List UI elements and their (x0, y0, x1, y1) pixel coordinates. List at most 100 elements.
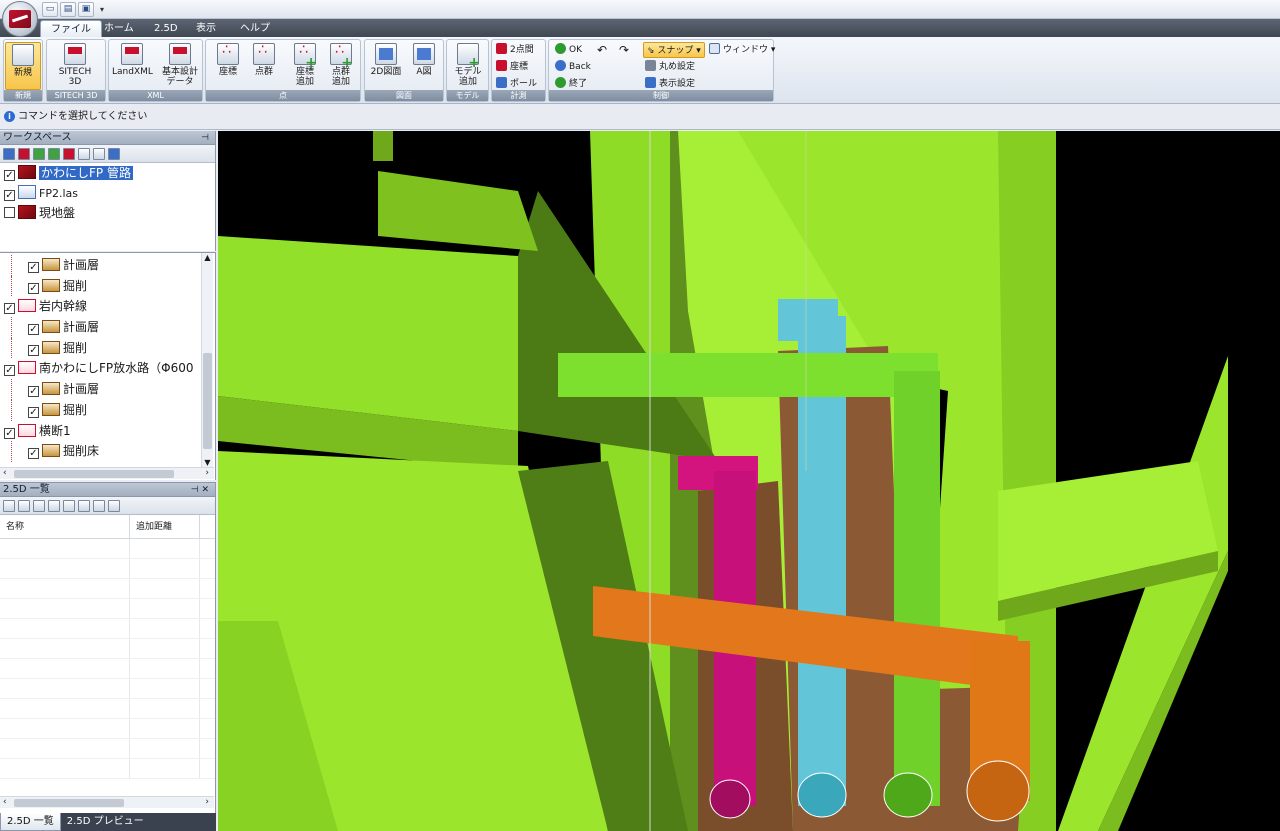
list-horizontal-scrollbar[interactable]: ‹ › (0, 796, 214, 808)
3d-viewport[interactable] (218, 131, 1280, 831)
delete-icon[interactable] (18, 148, 30, 160)
fit-icon[interactable] (63, 500, 75, 512)
two-point-button[interactable]: 2点間 (496, 42, 534, 58)
move-down-icon[interactable] (108, 500, 120, 512)
tree-item[interactable]: ✓ 横断1 (0, 421, 200, 442)
add-point-cloud-button[interactable]: 点群 追加 (321, 42, 361, 90)
add-model-button[interactable]: モデル 追加 (448, 42, 488, 90)
scroll-thumb[interactable] (203, 353, 212, 449)
visibility-checkbox[interactable]: ✓ (28, 406, 39, 418)
new-file-icon[interactable]: ▭ (42, 2, 58, 17)
list-row (0, 739, 215, 759)
save-icon[interactable]: ▣ (78, 2, 94, 17)
frame-icon[interactable] (48, 500, 60, 512)
tsx-icon (64, 43, 86, 65)
tree-item[interactable]: ✓ 計画層 (0, 255, 200, 276)
edit-icon[interactable] (63, 148, 75, 160)
visibility-checkbox[interactable]: ✓ (28, 262, 39, 273)
layers-icon[interactable] (93, 148, 105, 160)
drawing-2d-icon (375, 43, 397, 65)
redo-button[interactable]: ↷ (619, 42, 629, 58)
open-folder-icon[interactable]: ▤ (60, 2, 76, 17)
move-up-icon[interactable] (93, 500, 105, 512)
tab-home[interactable]: ホーム (94, 20, 144, 37)
group-icon[interactable] (33, 500, 45, 512)
visibility-checkbox[interactable]: ✓ (4, 303, 15, 315)
point-cloud-button[interactable]: 点群 (244, 42, 284, 90)
snap-dropdown[interactable]: ⇘ スナップ ▾ (643, 42, 705, 58)
tree-horizontal-scrollbar[interactable]: ‹ › (0, 467, 214, 479)
tree-item[interactable]: ✓ 掘削 (0, 399, 200, 421)
tree-item[interactable]: ✓ 掘削床 (0, 441, 200, 462)
tree-vertical-scrollbar[interactable]: ▲ ▼ (201, 253, 213, 467)
tree-item[interactable]: ✓ 計画層 (0, 379, 200, 400)
quick-access-dropdown[interactable]: ▾ (100, 5, 104, 14)
ok-button[interactable]: OK (555, 42, 582, 58)
tree-item[interactable]: ✓ 岩内幹線 (0, 296, 200, 317)
sitech3d-button[interactable]: SITECH 3D (55, 42, 95, 90)
wall-panel (373, 131, 393, 161)
scroll-thumb[interactable] (14, 799, 124, 807)
scroll-down-icon[interactable]: ▼ (202, 458, 213, 467)
move-down-icon[interactable] (48, 148, 60, 160)
round-setting-button[interactable]: 丸め設定 (645, 59, 695, 75)
move-up-icon[interactable] (33, 148, 45, 160)
tree-item[interactable]: ✓ 掘削 (0, 275, 200, 297)
tree-item[interactable]: ✓ 南かわにしFP放水路（Φ600 (0, 358, 200, 379)
properties-icon[interactable] (108, 148, 120, 160)
coordinate-button[interactable]: 座標 (208, 42, 248, 90)
tab-help[interactable]: ヘルプ (230, 20, 280, 37)
tab-file[interactable]: ファイル (40, 20, 102, 37)
add-coordinate-button[interactable]: 座標 追加 (285, 42, 325, 90)
workspace-item[interactable]: ✓ かわにしFP 管路 (0, 163, 215, 183)
swap-icon[interactable] (78, 148, 90, 160)
tab-view[interactable]: 表示 (186, 20, 226, 37)
scroll-right-icon[interactable]: › (205, 797, 209, 807)
measure-coordinate-button[interactable]: 座標 (496, 59, 528, 75)
tab-2-5d-list[interactable]: 2.5D 一覧 (0, 813, 61, 831)
workspace-tool-icon[interactable] (3, 148, 15, 160)
undo-button[interactable]: ↶ (597, 42, 607, 58)
visibility-checkbox[interactable]: ✓ (28, 448, 39, 460)
scroll-left-icon[interactable]: ‹ (3, 468, 7, 478)
workspace-item[interactable]: ✓ FP2.las (0, 183, 215, 203)
point-icon[interactable] (3, 500, 15, 512)
pipe-magenta-end (709, 779, 751, 819)
3d-scene[interactable] (218, 131, 1280, 831)
visibility-checkbox[interactable]: ✓ (28, 282, 39, 294)
visibility-checkbox[interactable]: ✓ (4, 170, 15, 181)
add-point-cloud-icon (330, 43, 353, 68)
title-bar: ▭ ▤ ▣ ▾ (0, 0, 1280, 19)
back-button[interactable]: Back (555, 59, 591, 75)
window-dropdown[interactable]: ウィンドウ ▾ (709, 42, 775, 58)
pin-close-icons[interactable]: ⊣ ✕ (191, 483, 209, 497)
visibility-checkbox[interactable]: ✓ (4, 427, 15, 439)
visibility-checkbox[interactable] (4, 207, 15, 218)
column-distance[interactable]: 追加距離 (130, 515, 200, 538)
tab-2-5d-preview[interactable]: 2.5D プレビュー (61, 813, 150, 831)
scroll-right-icon[interactable]: › (205, 468, 209, 478)
section-icon[interactable] (78, 500, 90, 512)
pin-icon[interactable]: ⊣ (201, 131, 209, 145)
scroll-up-icon[interactable]: ▲ (202, 253, 213, 265)
column-name[interactable]: 名称 (0, 515, 130, 538)
application-menu-button[interactable] (2, 1, 38, 37)
scroll-left-icon[interactable]: ‹ (3, 797, 7, 807)
landxml-button[interactable]: LandXML (112, 42, 153, 90)
tab-2-5d[interactable]: 2.5D (144, 20, 188, 37)
visibility-checkbox[interactable]: ✓ (4, 365, 15, 377)
visibility-checkbox[interactable]: ✓ (28, 324, 39, 336)
pin-point-icon[interactable] (18, 500, 30, 512)
scroll-thumb[interactable] (14, 470, 174, 478)
visibility-checkbox[interactable]: ✓ (28, 344, 39, 356)
visibility-checkbox[interactable]: ✓ (4, 190, 15, 201)
new-button[interactable]: 新規 (5, 42, 41, 90)
workspace-item[interactable]: 現地盤 (0, 203, 215, 223)
tree-item[interactable]: ✓ 計画層 (0, 317, 200, 338)
tree-item[interactable]: ✓ 掘削 (0, 337, 200, 359)
display-setting-icon (645, 77, 656, 88)
drawing-a-button[interactable]: A図 (404, 42, 444, 90)
drawing-2d-button[interactable]: 2D図面 (366, 42, 406, 90)
visibility-checkbox[interactable]: ✓ (28, 386, 39, 398)
design-data-button[interactable]: 基本設計 データ (157, 42, 203, 90)
